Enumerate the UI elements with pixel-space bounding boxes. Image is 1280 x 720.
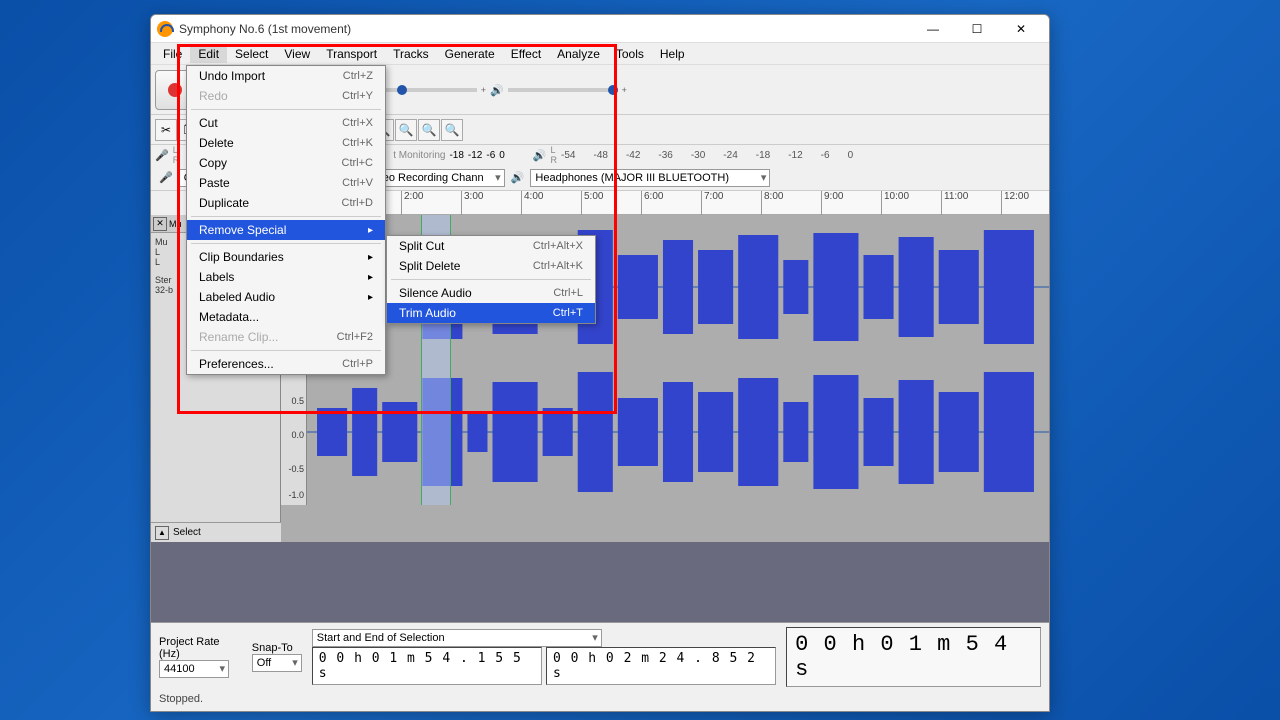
project-rate-label: Project Rate (Hz) [159, 636, 242, 660]
menubar: File Edit Select View Transport Tracks G… [151, 43, 1049, 65]
speaker-icon [490, 81, 504, 99]
timeline-ruler[interactable]: 2:00 3:00 4:00 5:00 6:00 7:00 8:00 9:00 … [281, 191, 1049, 215]
menu-split-delete[interactable]: Split DeleteCtrl+Alt+K [387, 256, 595, 276]
menu-transport[interactable]: Transport [318, 45, 385, 63]
menu-trim-audio[interactable]: Trim AudioCtrl+T [387, 303, 595, 323]
fit-project-icon[interactable]: 🔍 [418, 119, 440, 141]
menu-view[interactable]: View [276, 45, 318, 63]
menu-help[interactable]: Help [652, 45, 693, 63]
selection-toolbar: Project Rate (Hz) 44100 Snap-To Off Star… [151, 622, 1049, 711]
click-monitor-text: t Monitoring [393, 150, 445, 161]
menu-redo: RedoCtrl+Y [187, 86, 385, 106]
menu-tracks[interactable]: Tracks [385, 45, 437, 63]
menu-paste[interactable]: PasteCtrl+V [187, 173, 385, 193]
menu-copy[interactable]: CopyCtrl+C [187, 153, 385, 173]
selection-end-field[interactable]: 0 0 h 0 2 m 2 4 . 8 5 2 s [546, 647, 776, 685]
project-rate-dropdown[interactable]: 44100 [159, 660, 229, 678]
play-device-icon [511, 171, 525, 184]
titlebar: Symphony No.6 (1st movement) — ☐ ✕ [151, 15, 1049, 43]
app-icon [157, 21, 173, 37]
rec-device-icon [159, 171, 173, 184]
menu-cut[interactable]: CutCtrl+X [187, 113, 385, 133]
fit-selection-icon[interactable]: 🔍 [395, 119, 417, 141]
remove-special-submenu: Split CutCtrl+Alt+X Split DeleteCtrl+Alt… [386, 235, 596, 324]
edit-menu-popup: Undo ImportCtrl+Z RedoCtrl+Y CutCtrl+X D… [186, 65, 386, 375]
window-title: Symphony No.6 (1st movement) [179, 22, 911, 36]
selection-start-field[interactable]: 0 0 h 0 1 m 5 4 . 1 5 5 s [312, 647, 542, 685]
speaker-meter-icon [533, 149, 547, 162]
zoom-toggle-icon[interactable]: 🔍 [441, 119, 463, 141]
snap-to-dropdown[interactable]: Off [252, 654, 302, 672]
playback-volume-slider[interactable] [508, 88, 618, 92]
maximize-button[interactable]: ☐ [955, 15, 999, 43]
cut-icon[interactable]: ✂ [155, 119, 177, 141]
snap-to-label: Snap-To [252, 642, 302, 654]
menu-undo[interactable]: Undo ImportCtrl+Z [187, 66, 385, 86]
menu-labels[interactable]: Labels▸ [187, 267, 385, 287]
menu-file[interactable]: File [155, 45, 190, 63]
mic-meter-icon [155, 149, 169, 162]
menu-delete[interactable]: DeleteCtrl+K [187, 133, 385, 153]
app-window: Symphony No.6 (1st movement) — ☐ ✕ File … [150, 14, 1050, 712]
menu-generate[interactable]: Generate [437, 45, 503, 63]
playback-device-dropdown[interactable]: Headphones (MAJOR III BLUETOOTH) [530, 169, 770, 187]
selection-mode-dropdown[interactable]: Start and End of Selection [312, 629, 602, 647]
collapse-icon[interactable]: ▲ [155, 526, 169, 540]
close-button[interactable]: ✕ [999, 15, 1043, 43]
menu-split-cut[interactable]: Split CutCtrl+Alt+X [387, 236, 595, 256]
bottom-spacer [151, 542, 1049, 622]
menu-select[interactable]: Select [227, 45, 276, 63]
menu-edit[interactable]: Edit [190, 45, 227, 63]
menu-analyze[interactable]: Analyze [549, 45, 608, 63]
menu-tools[interactable]: Tools [608, 45, 652, 63]
minimize-button[interactable]: — [911, 15, 955, 43]
menu-duplicate[interactable]: DuplicateCtrl+D [187, 193, 385, 213]
waveform-channel-2 [307, 360, 1049, 505]
menu-rename-clip: Rename Clip...Ctrl+F2 [187, 327, 385, 347]
selection-region-2[interactable] [421, 360, 451, 505]
menu-remove-special[interactable]: Remove Special▸ [187, 220, 385, 240]
track-close-button[interactable]: ✕ [153, 217, 167, 231]
track-select-all[interactable]: ▲ Select [151, 522, 281, 542]
audio-position-field[interactable]: 0 0 h 0 1 m 5 4 s [786, 627, 1041, 687]
menu-metadata[interactable]: Metadata... [187, 307, 385, 327]
status-text: Stopped. [159, 691, 1041, 707]
menu-effect[interactable]: Effect [503, 45, 549, 63]
menu-silence-audio[interactable]: Silence AudioCtrl+L [387, 283, 595, 303]
menu-preferences[interactable]: Preferences...Ctrl+P [187, 354, 385, 374]
menu-clip-boundaries[interactable]: Clip Boundaries▸ [187, 247, 385, 267]
menu-labeled-audio[interactable]: Labeled Audio▸ [187, 287, 385, 307]
